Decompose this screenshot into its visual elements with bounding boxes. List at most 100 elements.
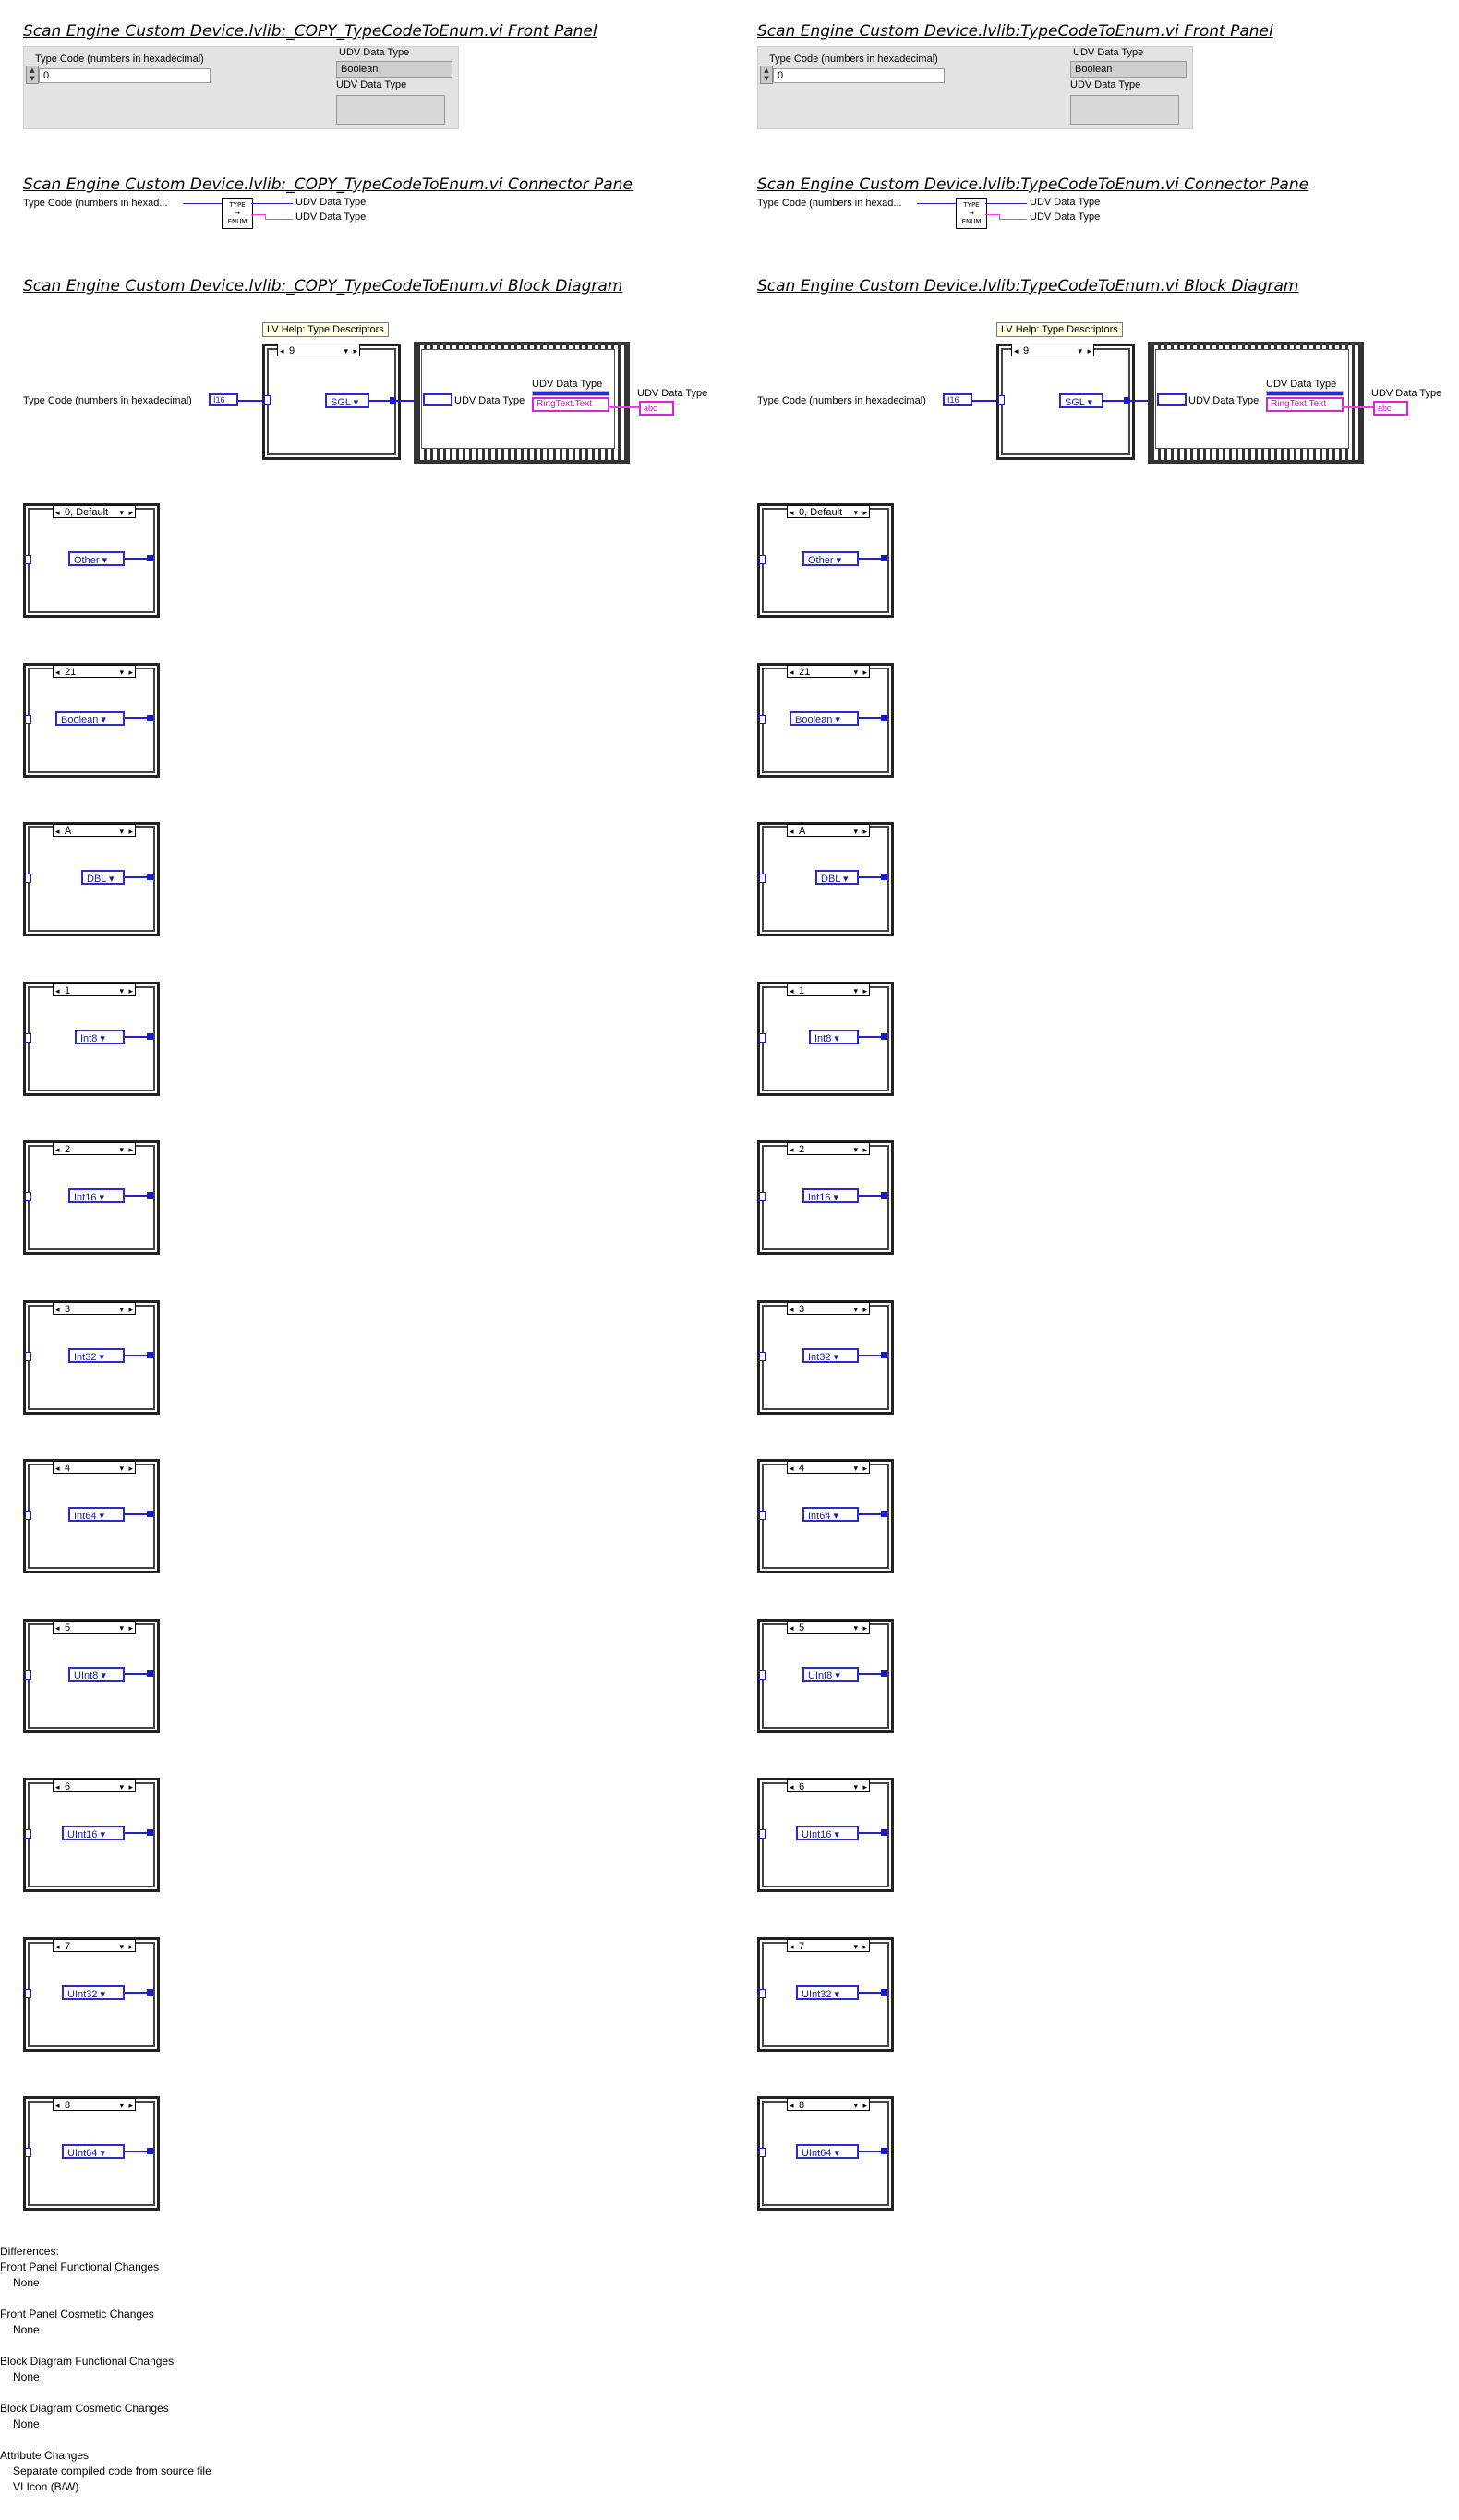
increment-arrow-icon[interactable]: ▸ [128,1303,133,1316]
chevron-down-icon[interactable]: ▾ [831,2148,839,2159]
case-enum-constant[interactable]: Boolean ▾ [790,711,859,726]
decrement-arrow-icon[interactable]: ◂ [55,506,60,519]
case-selector[interactable]: 5 ◂ ▾ ▸ [53,1621,136,1634]
chevron-down-icon[interactable]: ▾ [830,1352,839,1363]
chevron-down-icon[interactable]: ▾ [96,1352,105,1363]
increment-arrow-icon[interactable]: ▸ [128,666,133,679]
udv-local-terminal[interactable] [1157,393,1187,406]
decrement-arrow-icon[interactable]: ◂ [55,1462,60,1475]
increment-decrement-icon[interactable]: ▲ ▼ [26,66,39,84]
case-enum-constant[interactable]: Other ▾ [802,551,859,566]
chevron-down-icon[interactable]: ▾ [98,715,106,726]
increment-arrow-icon[interactable]: ▸ [862,666,867,679]
type-code-input[interactable]: 0 [773,68,945,83]
case-selector[interactable]: 0, Default ◂ ▾ ▸ [787,505,870,518]
chevron-down-icon[interactable]: ▾ [351,397,359,408]
case-enum-constant[interactable]: DBL ▾ [81,870,125,885]
case-enum-constant[interactable]: Int16 ▾ [68,1188,125,1203]
case-selector[interactable]: A ◂ ▾ ▸ [53,824,136,837]
chevron-down-icon[interactable]: ▾ [97,1033,105,1044]
increment-arrow-icon[interactable]: ▸ [862,1622,867,1634]
decrement-arrow-icon[interactable]: ◂ [280,344,284,357]
increment-arrow-icon[interactable]: ▸ [862,984,867,997]
case-selector[interactable]: 5 ◂ ▾ ▸ [787,1621,870,1634]
decrement-arrow-icon[interactable]: ◂ [790,825,794,838]
chevron-down-icon[interactable]: ▾ [831,1829,839,1840]
case-selector[interactable]: 21 ◂ ▾ ▸ [53,665,136,678]
case-selector[interactable]: 3 ◂ ▾ ▸ [53,1302,136,1315]
chevron-down-icon[interactable]: ▾ [119,666,124,679]
chevron-down-icon[interactable]: ▾ [853,1940,858,1953]
decrement-arrow-icon[interactable]: ◂ [55,1622,60,1634]
chevron-down-icon[interactable]: ▾ [853,1462,858,1475]
chevron-down-icon[interactable]: ▾ [96,1192,105,1203]
decrement-arrow-icon[interactable]: ◂ [790,1462,794,1475]
chevron-down-icon[interactable]: ▾ [853,1303,858,1316]
case-enum-constant[interactable]: UInt32 ▾ [62,1985,125,2000]
increment-arrow-icon[interactable]: ▸ [128,984,133,997]
increment-arrow-icon[interactable]: ▸ [862,1940,867,1953]
chevron-down-icon[interactable]: ▾ [119,1462,124,1475]
chevron-down-icon[interactable]: ▾ [832,715,840,726]
case-selector[interactable]: 7 ◂ ▾ ▸ [53,1939,136,1952]
increment-decrement-icon[interactable]: ▲ ▼ [760,66,773,84]
increment-arrow-icon[interactable]: ▸ [128,1940,133,1953]
case-enum-constant[interactable]: Int64 ▾ [802,1507,859,1522]
case-selector[interactable]: 1 ◂ ▾ ▸ [787,983,870,996]
case-selector[interactable]: 4 ◂ ▾ ▸ [53,1461,136,1474]
chevron-down-icon[interactable]: ▾ [98,1670,106,1682]
chevron-down-icon[interactable]: ▾ [830,1192,839,1203]
increment-arrow-icon[interactable]: ▸ [862,1303,867,1316]
case-enum-constant[interactable]: UInt32 ▾ [796,1985,859,2000]
decrement-arrow-icon[interactable]: ◂ [790,506,794,519]
case-selector[interactable]: 2 ◂ ▾ ▸ [53,1142,136,1155]
chevron-down-icon[interactable]: ▾ [1085,397,1093,408]
main-enum-constant[interactable]: SGL ▾ [1059,393,1103,408]
chevron-down-icon[interactable]: ▾ [106,874,115,885]
decrement-arrow-icon[interactable]: ◂ [55,1303,60,1316]
increment-arrow-icon[interactable]: ▸ [128,1462,133,1475]
decrement-arrow-icon[interactable]: ◂ [790,1143,794,1156]
case-selector[interactable]: 7 ◂ ▾ ▸ [787,1939,870,1952]
chevron-down-icon[interactable]: ▾ [840,874,849,885]
case-selector[interactable]: 2 ◂ ▾ ▸ [787,1142,870,1155]
type-code-control-terminal[interactable]: I16 [943,393,972,406]
chevron-down-icon[interactable]: ▾ [97,1829,105,1840]
case-selector[interactable]: 0, Default ◂ ▾ ▸ [53,505,136,518]
chevron-down-icon[interactable]: ▾ [853,1622,858,1634]
increment-arrow-icon[interactable]: ▸ [128,1143,133,1156]
decrement-arrow-icon[interactable]: ◂ [55,2099,60,2112]
case-enum-constant[interactable]: UInt64 ▾ [62,2144,125,2159]
chevron-down-icon[interactable]: ▾ [119,1622,124,1634]
decrement-arrow-icon[interactable]: ◂ [55,1940,60,1953]
type-code-input[interactable]: 0 [39,68,211,83]
decrement-arrow-icon[interactable]: ◂ [790,984,794,997]
decrement-arrow-icon[interactable]: ◂ [55,1780,60,1793]
case-selector[interactable]: A ◂ ▾ ▸ [787,824,870,837]
chevron-down-icon[interactable]: ▾ [853,1143,858,1156]
case-selector[interactable]: 21 ◂ ▾ ▸ [787,665,870,678]
chevron-down-icon[interactable]: ▾ [97,2148,105,2159]
case-enum-constant[interactable]: Int16 ▾ [802,1188,859,1203]
chevron-down-icon[interactable]: ▾ [119,825,124,838]
decrement-arrow-icon[interactable]: ◂ [790,2099,794,2112]
chevron-down-icon[interactable]: ▾ [832,1670,840,1682]
udv-local-terminal[interactable] [423,393,452,406]
chevron-down-icon[interactable]: ▾ [831,1989,839,2000]
case-selector[interactable]: 3 ◂ ▾ ▸ [787,1302,870,1315]
increment-arrow-icon[interactable]: ▸ [1087,344,1091,357]
chevron-down-icon[interactable]: ▾ [853,1780,858,1793]
chevron-down-icon[interactable]: ▾ [344,344,348,357]
chevron-down-icon[interactable]: ▾ [119,984,124,997]
chevron-down-icon[interactable]: ▾ [830,1511,839,1522]
chevron-down-icon[interactable]: ▾ [834,555,842,566]
increment-arrow-icon[interactable]: ▸ [128,825,133,838]
increment-arrow-icon[interactable]: ▸ [128,2099,133,2112]
chevron-down-icon[interactable]: ▾ [853,825,858,838]
chevron-down-icon[interactable]: ▾ [853,984,858,997]
case-enum-constant[interactable]: UInt64 ▾ [796,2144,859,2159]
chevron-down-icon[interactable]: ▾ [119,506,124,519]
decrement-arrow-icon[interactable]: ◂ [790,1940,794,1953]
chevron-down-icon[interactable]: ▾ [100,555,108,566]
chevron-down-icon[interactable]: ▾ [97,1989,105,2000]
